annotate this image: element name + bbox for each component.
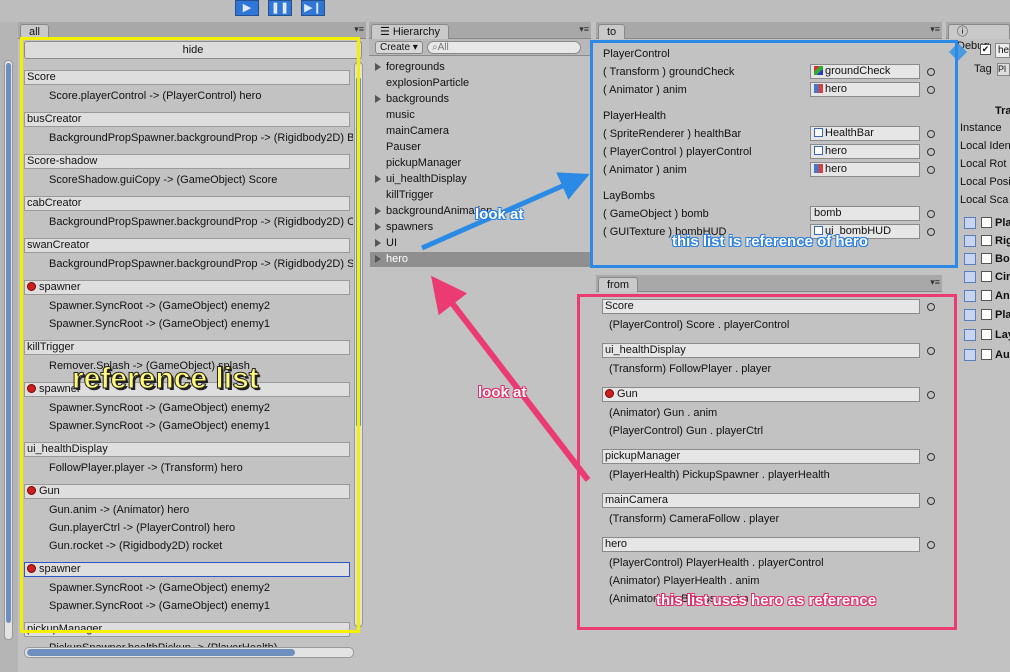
look-at-caption-blue: look at bbox=[475, 206, 524, 223]
look-at-caption-pink: look at bbox=[478, 384, 527, 401]
annotation-arrows bbox=[420, 172, 591, 482]
